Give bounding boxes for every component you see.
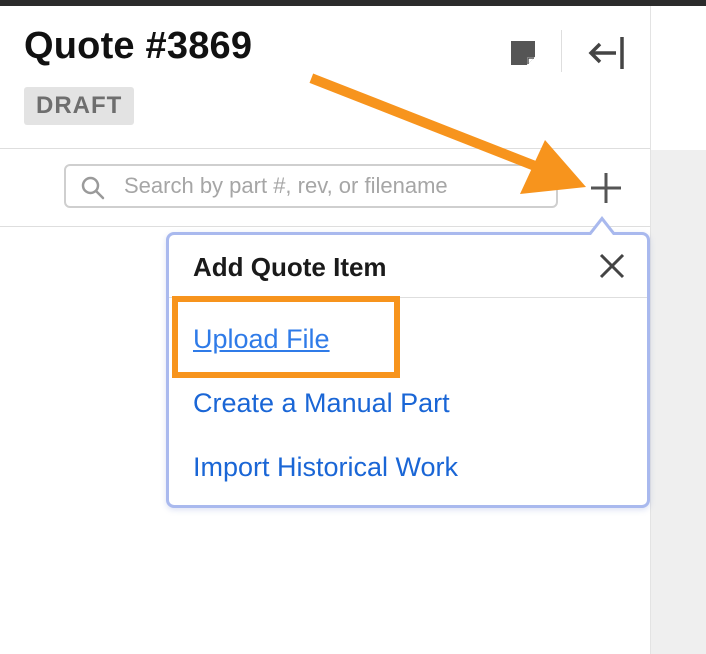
section-divider-2 xyxy=(0,226,650,227)
close-icon[interactable] xyxy=(595,249,629,283)
search-input[interactable] xyxy=(124,168,544,204)
collapse-panel-icon[interactable] xyxy=(586,34,628,72)
status-badge: DRAFT xyxy=(24,87,135,125)
right-pane-content xyxy=(651,150,706,654)
popover-divider xyxy=(169,297,647,298)
popover-caret-inner xyxy=(591,221,613,235)
create-manual-part-link[interactable]: Create a Manual Part xyxy=(193,387,450,419)
search-field[interactable] xyxy=(64,164,558,208)
screen: Quote #3869 DRAFT Search by part #, rev,… xyxy=(0,0,706,654)
page-title: Quote #3869 xyxy=(24,25,253,67)
sticky-note-icon[interactable] xyxy=(508,38,538,68)
search-icon xyxy=(80,175,106,201)
add-quote-item-popover: Add Quote Item Upload File Create a Manu… xyxy=(166,232,650,508)
import-historical-work-link[interactable]: Import Historical Work xyxy=(193,451,458,483)
section-divider xyxy=(0,148,650,149)
header-divider xyxy=(561,30,562,72)
popover-title: Add Quote Item xyxy=(193,252,387,282)
add-quote-item-button[interactable] xyxy=(586,168,626,208)
upload-file-link[interactable]: Upload File xyxy=(193,323,330,355)
plus-icon xyxy=(591,173,621,203)
